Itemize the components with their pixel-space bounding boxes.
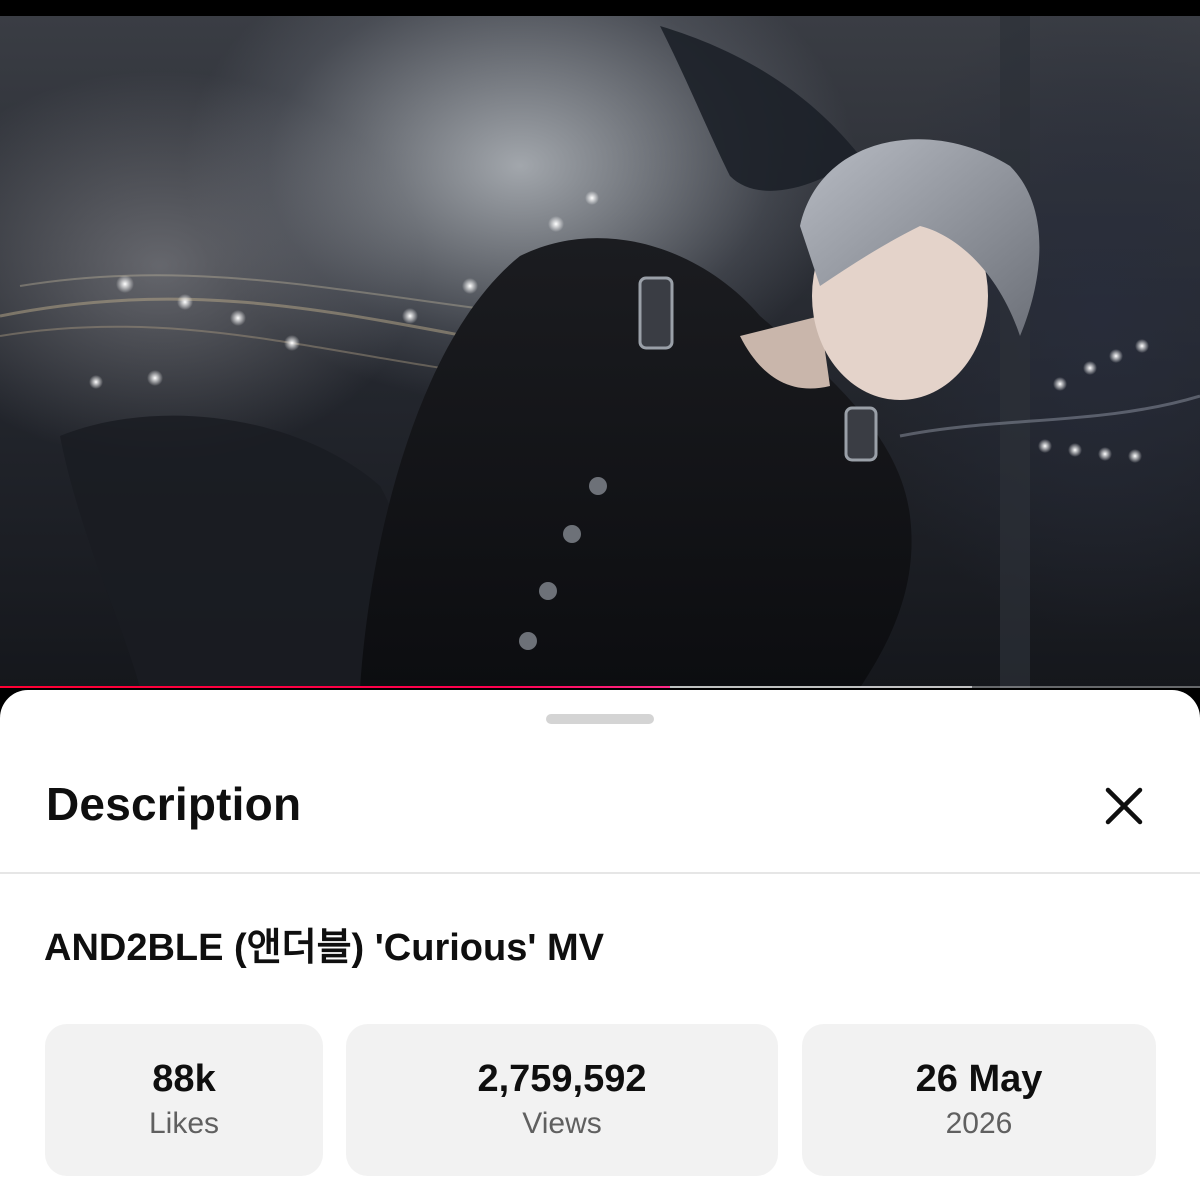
progress-played [0,686,670,688]
date-stat: 26 May 2026 [802,1024,1156,1176]
views-count: 2,759,592 [477,1058,647,1100]
likes-label: Likes [148,1107,220,1140]
likes-count: 88k [152,1058,216,1100]
divider [0,872,1200,874]
status-bar-strip [0,0,1200,16]
likes-stat: 88k Likes [45,1024,323,1176]
date-day-month: 26 May [915,1058,1043,1100]
close-button[interactable] [1096,778,1152,834]
views-label: Views [522,1107,602,1140]
description-sheet: Description AND2BLE (앤더블) 'Curious' MV 8… [0,690,1200,1191]
views-stat: 2,759,592 Views [346,1024,778,1176]
sheet-title: Description [46,778,302,830]
drag-handle[interactable] [546,714,654,724]
video-title: AND2BLE (앤더블) 'Curious' MV [44,927,604,969]
video-player[interactable] [0,16,1200,688]
video-progress-bar[interactable] [0,686,1200,688]
close-icon [1105,787,1143,825]
video-frame-image [0,16,1200,688]
date-year: 2026 [945,1107,1013,1140]
